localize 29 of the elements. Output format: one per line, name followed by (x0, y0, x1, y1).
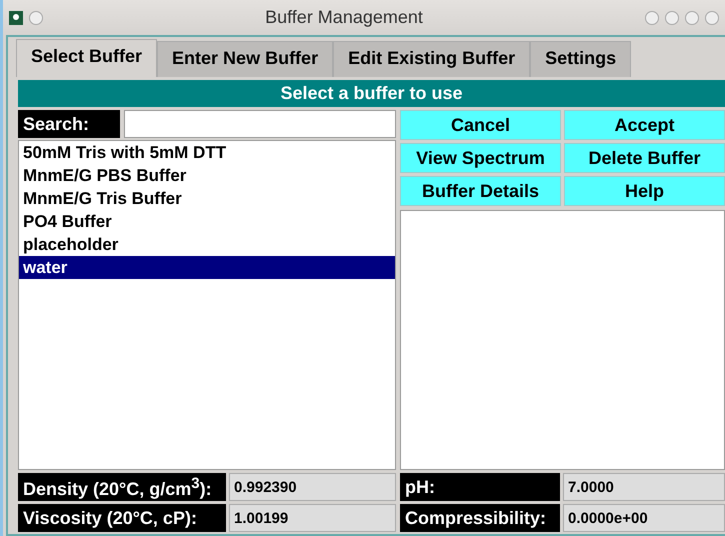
list-item[interactable]: MnmE/G Tris Buffer (19, 187, 395, 210)
property-label: Viscosity (20°C, cP): (18, 504, 226, 532)
app-icon (9, 10, 23, 24)
property-value: 7.0000 (563, 473, 725, 501)
property-label: Density (20°C, g/cm$^{3}$): (18, 473, 226, 501)
property-label: pH: (400, 473, 560, 501)
list-item[interactable]: 50mM Tris with 5mM DTT (19, 141, 395, 164)
property-value: 0.0000e+00 (563, 504, 725, 532)
tab[interactable]: Settings (530, 41, 632, 77)
property-value: 1.00199 (229, 504, 396, 532)
list-item[interactable]: placeholder (19, 233, 395, 256)
tab[interactable]: Edit Existing Buffer (333, 41, 530, 77)
action-button[interactable]: Help (564, 176, 725, 206)
tab[interactable]: Enter New Buffer (157, 41, 334, 77)
action-button[interactable]: Cancel (400, 110, 561, 140)
banner: Select a buffer to use (18, 80, 725, 107)
list-item[interactable]: water (19, 256, 395, 279)
list-item[interactable]: MnmE/G PBS Buffer (19, 164, 395, 187)
action-button[interactable]: Buffer Details (400, 176, 561, 206)
action-button[interactable]: Accept (564, 110, 725, 140)
property-value: 0.992390 (229, 473, 396, 501)
tab[interactable]: Select Buffer (16, 39, 158, 77)
list-item[interactable]: PO4 Buffer (19, 210, 395, 233)
search-label: Search: (18, 110, 120, 138)
window-title: Buffer Management (264, 7, 424, 28)
property-label: Compressibility: (400, 504, 560, 532)
action-button[interactable]: View Spectrum (400, 143, 561, 173)
action-button[interactable]: Delete Buffer (564, 143, 725, 173)
search-field[interactable] (124, 110, 396, 138)
